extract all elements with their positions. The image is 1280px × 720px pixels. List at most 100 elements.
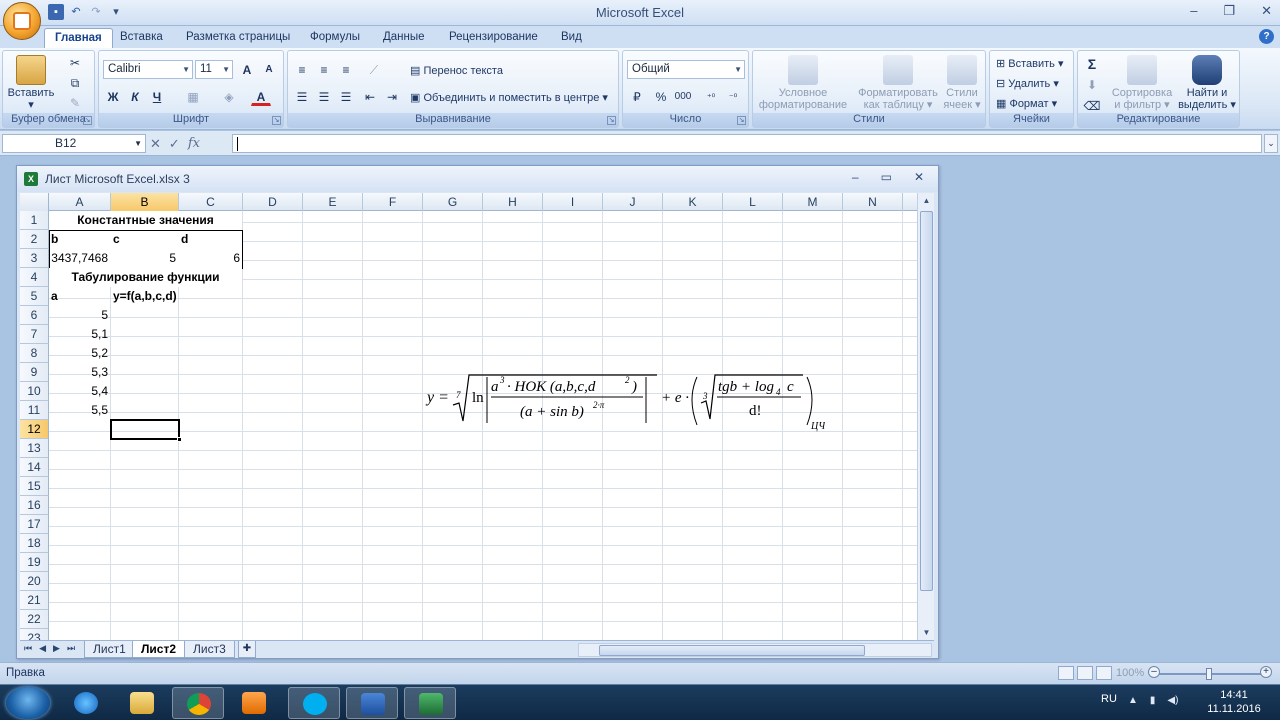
next-sheet-icon[interactable]: ▶ xyxy=(53,643,60,654)
taskbar-explorer[interactable] xyxy=(116,687,168,719)
wrap-text-button[interactable]: ▤ Перенос текста xyxy=(410,64,503,77)
find-select-button[interactable]: Найти и выделить ▾ xyxy=(1176,55,1238,111)
format-painter-icon[interactable]: ✎ xyxy=(65,93,85,112)
row-header[interactable]: 9 xyxy=(20,363,49,382)
copy-icon[interactable]: ⧉ xyxy=(65,73,85,92)
format-as-table-button[interactable]: Форматировать как таблицу ▾ xyxy=(855,55,941,111)
taskbar-chrome[interactable] xyxy=(172,687,224,719)
font-color-button[interactable]: A xyxy=(251,87,271,106)
row-header[interactable]: 8 xyxy=(20,344,49,363)
show-hidden-icons-icon[interactable]: ▲ xyxy=(1128,695,1138,706)
row-header[interactable]: 17 xyxy=(20,515,49,534)
fill-color-icon[interactable]: ◈ xyxy=(219,87,239,106)
cancel-entry-icon[interactable]: ✕ xyxy=(150,136,161,152)
column-header[interactable]: N xyxy=(843,193,903,211)
sort-filter-button[interactable]: Сортировка и фильтр ▾ xyxy=(1110,55,1174,111)
font-size-select[interactable]: 11 ▼ xyxy=(195,60,233,79)
system-clock[interactable]: 14:41 11.11.2016 xyxy=(1202,688,1266,716)
row-header[interactable]: 16 xyxy=(20,496,49,515)
formula-input[interactable] xyxy=(232,134,1262,153)
delete-cells-button[interactable]: ⊟ Удалить ▾ xyxy=(996,77,1059,90)
horizontal-scrollbar[interactable] xyxy=(578,643,932,657)
dialog-launcher-icon[interactable]: ↘ xyxy=(607,116,616,125)
zoom-slider-knob[interactable] xyxy=(1206,668,1212,680)
italic-button[interactable]: К xyxy=(125,87,145,106)
zoom-out-icon[interactable]: – xyxy=(1148,666,1160,678)
tab-formulas[interactable]: Формулы xyxy=(300,28,370,48)
column-header[interactable]: F xyxy=(363,193,423,211)
column-header[interactable]: C xyxy=(179,193,243,211)
column-header[interactable]: M xyxy=(783,193,843,211)
align-left-icon[interactable]: ☰ xyxy=(292,87,312,106)
row-header[interactable]: 14 xyxy=(20,458,49,477)
row-header[interactable]: 2 xyxy=(20,230,49,249)
minimize-icon[interactable]: – xyxy=(852,170,859,184)
align-center-icon[interactable]: ☰ xyxy=(314,87,334,106)
taskbar-word[interactable] xyxy=(346,687,398,719)
row-header[interactable]: 12 xyxy=(20,420,49,439)
tab-home[interactable]: Главная xyxy=(44,28,113,48)
minimize-icon[interactable]: – xyxy=(1190,3,1197,19)
taskbar-ie[interactable] xyxy=(60,687,112,719)
decrease-indent-icon[interactable]: ⇤ xyxy=(360,87,380,106)
tab-review[interactable]: Рецензирование xyxy=(439,28,548,48)
tab-view[interactable]: Вид xyxy=(551,28,592,48)
office-button[interactable] xyxy=(3,2,41,40)
sheet-tab-1[interactable]: Лист1 xyxy=(84,641,135,658)
fill-handle[interactable] xyxy=(177,437,182,442)
formula-image[interactable]: y = 7 ln a 3 · HOK (a,b,c,d 2 ) (a + sin… xyxy=(425,369,825,437)
dialog-launcher-icon[interactable]: ↘ xyxy=(272,116,281,125)
column-header[interactable]: H xyxy=(483,193,543,211)
cell-b5[interactable]: y=f(a,b,c,d) xyxy=(111,287,178,306)
percent-button[interactable]: % xyxy=(651,87,671,106)
orientation-icon[interactable]: ⟋ xyxy=(364,60,384,79)
taskbar-media[interactable] xyxy=(228,687,280,719)
column-header[interactable]: L xyxy=(723,193,783,211)
sheet-tab-3[interactable]: Лист3 xyxy=(184,641,235,658)
row-header[interactable]: 13 xyxy=(20,439,49,458)
row-header[interactable]: 20 xyxy=(20,572,49,591)
cell-a7[interactable]: 5,1 xyxy=(49,325,110,344)
taskbar-excel[interactable] xyxy=(404,687,456,719)
scroll-up-icon[interactable]: ▲ xyxy=(919,193,934,208)
row-header[interactable]: 10 xyxy=(20,382,49,401)
cell-a1[interactable]: Константные значения xyxy=(49,211,242,230)
close-icon[interactable]: ✕ xyxy=(914,170,924,184)
prev-sheet-icon[interactable]: ◀ xyxy=(39,643,46,654)
row-header[interactable]: 19 xyxy=(20,553,49,572)
row-header[interactable]: 7 xyxy=(20,325,49,344)
name-box[interactable]: B12 ▼ xyxy=(2,134,146,153)
cell-a10[interactable]: 5,4 xyxy=(49,382,110,401)
row-header[interactable]: 4 xyxy=(20,268,49,287)
row-header[interactable]: 22 xyxy=(20,610,49,629)
row-header[interactable]: 18 xyxy=(20,534,49,553)
zoom-level[interactable]: 100% xyxy=(1116,667,1144,679)
column-header[interactable]: K xyxy=(663,193,723,211)
column-header[interactable]: I xyxy=(543,193,603,211)
bold-button[interactable]: Ж xyxy=(103,87,123,106)
taskbar-skype[interactable] xyxy=(288,687,340,719)
grow-font-button[interactable]: A xyxy=(237,60,257,79)
cell-c2[interactable]: d xyxy=(179,230,242,249)
row-header[interactable]: 1 xyxy=(20,211,49,230)
align-right-icon[interactable]: ☰ xyxy=(336,87,356,106)
cell-a5[interactable]: a xyxy=(49,287,110,306)
increase-decimal-icon[interactable]: ⁺⁰ xyxy=(701,87,721,106)
dialog-launcher-icon[interactable]: ↘ xyxy=(83,116,92,125)
page-break-view-icon[interactable] xyxy=(1096,666,1112,680)
maximize-icon[interactable]: ▭ xyxy=(881,170,892,184)
insert-sheet-icon[interactable]: ✚ xyxy=(238,641,256,658)
close-icon[interactable]: ✕ xyxy=(1261,3,1272,19)
selected-cell-b12[interactable] xyxy=(110,419,182,442)
column-header[interactable]: E xyxy=(303,193,363,211)
decrease-decimal-icon[interactable]: ⁻⁰ xyxy=(723,87,743,106)
align-middle-icon[interactable]: ≡ xyxy=(314,60,334,79)
cell-b3[interactable]: 5 xyxy=(111,249,178,268)
cell-b2[interactable]: c xyxy=(111,230,178,249)
column-header[interactable]: J xyxy=(603,193,663,211)
select-all-corner[interactable] xyxy=(20,193,49,211)
cell-a4[interactable]: Табулирование функции xyxy=(49,268,242,287)
cell-a8[interactable]: 5,2 xyxy=(49,344,110,363)
start-button[interactable] xyxy=(6,687,50,719)
sheet-tab-2[interactable]: Лист2 xyxy=(132,641,186,658)
